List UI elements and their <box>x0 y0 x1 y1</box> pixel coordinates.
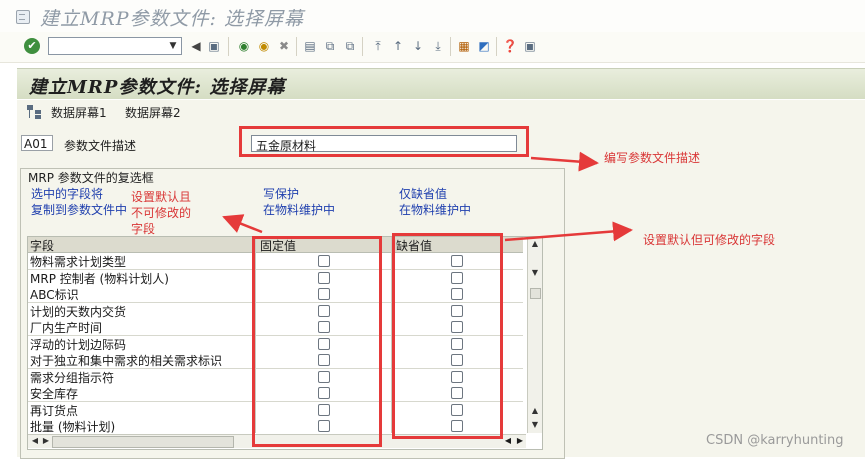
annotation-fixed-note: 设置默认且 不可修改的 字段 <box>131 190 192 236</box>
annotation-default-note: 设置默认但可修改的字段 <box>643 233 776 247</box>
annotation-arrows <box>222 151 633 242</box>
watermark: CSDN @karryhunting <box>706 433 844 448</box>
annotation-describe-note: 编写参数文件描述 <box>604 151 701 165</box>
